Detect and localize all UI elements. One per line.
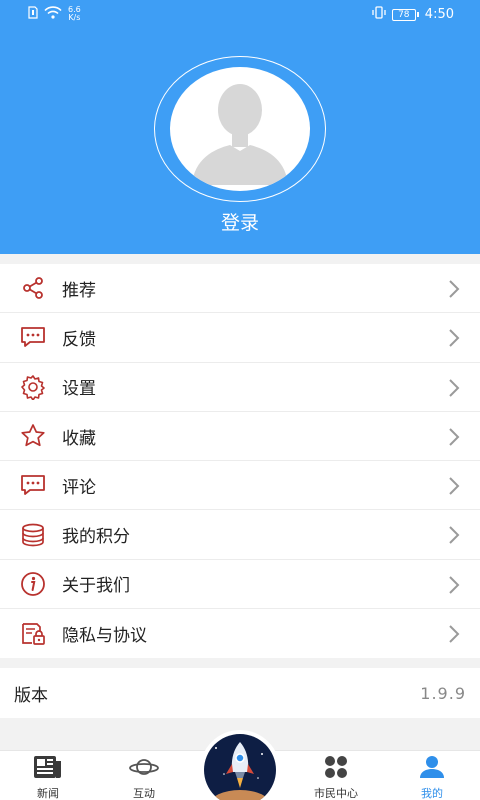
newspaper-icon: [33, 756, 63, 783]
network-speed: 6.6 K/s: [68, 6, 81, 22]
menu-item-label: 我的积分: [62, 527, 130, 548]
menu-item-favorites[interactable]: 收藏: [0, 412, 480, 462]
tab-news[interactable]: 新闻: [0, 755, 96, 800]
network-speed-unit: K/s: [68, 13, 81, 22]
menu-item-about[interactable]: 关于我们: [0, 560, 480, 610]
tab-mine[interactable]: 我的: [384, 755, 480, 800]
chevron-right-icon: [448, 378, 460, 402]
status-right: 78 4:50: [372, 6, 454, 23]
coins-stack-icon: [20, 522, 46, 548]
menu-item-label: 推荐: [62, 280, 96, 301]
tab-label: 我的: [421, 787, 443, 800]
chat-dots-icon: [20, 324, 46, 350]
settings-menu: 推荐 反馈 设置 收藏 评论 我的积分 关于我们 隐私与协议: [0, 264, 480, 659]
chevron-right-icon: [448, 624, 460, 648]
clock: 4:50: [424, 7, 454, 22]
menu-item-privacy[interactable]: 隐私与协议: [0, 609, 480, 658]
battery-level: 78: [391, 8, 416, 21]
menu-item-label: 收藏: [62, 428, 96, 449]
tab-label: 新闻: [37, 787, 59, 800]
vibrate-icon: [372, 6, 386, 23]
center-action-button[interactable]: [200, 730, 280, 800]
comment-icon: [20, 472, 46, 498]
chevron-right-icon: [448, 525, 460, 549]
tab-label: 市民中心: [314, 787, 358, 800]
menu-item-label: 反馈: [62, 329, 96, 350]
version-row: 版本 1.9.9: [0, 668, 480, 718]
menu-item-label: 评论: [62, 477, 96, 498]
menu-item-feedback[interactable]: 反馈: [0, 313, 480, 363]
chevron-right-icon: [448, 279, 460, 303]
chevron-right-icon: [448, 575, 460, 599]
share-icon: [20, 275, 46, 301]
wifi-icon: [44, 6, 62, 22]
star-icon: [20, 423, 46, 449]
menu-item-settings[interactable]: 设置: [0, 363, 480, 412]
chevron-right-icon: [448, 427, 460, 451]
status-bar: 6.6 K/s 78 4:50: [0, 0, 480, 28]
sim-icon: [28, 6, 38, 22]
login-button[interactable]: 登录: [0, 208, 480, 235]
chevron-right-icon: [448, 328, 460, 352]
menu-item-label: 设置: [62, 379, 96, 400]
four-petal-icon: [321, 756, 351, 783]
info-icon: [20, 571, 46, 597]
version-value: 1.9.9: [420, 683, 466, 703]
rocket-icon: [204, 734, 276, 800]
tab-interaction[interactable]: 互动: [96, 755, 192, 800]
menu-item-points[interactable]: 我的积分: [0, 510, 480, 560]
menu-item-label: 关于我们: [62, 576, 130, 597]
avatar[interactable]: [170, 67, 310, 191]
lock-document-icon: [20, 621, 46, 647]
battery-icon: 78: [391, 8, 419, 21]
planet-icon: [129, 759, 159, 783]
tab-label: 互动: [133, 787, 155, 800]
profile-header: 6.6 K/s 78 4:50 登录: [0, 0, 480, 254]
chevron-right-icon: [448, 476, 460, 500]
menu-item-label: 隐私与协议: [62, 626, 147, 647]
status-left: 6.6 K/s: [28, 6, 81, 22]
menu-item-comments[interactable]: 评论: [0, 461, 480, 511]
default-user-icon: [192, 84, 288, 185]
menu-item-recommend[interactable]: 推荐: [0, 264, 480, 314]
battery-tip: [416, 12, 419, 17]
gear-icon: [20, 374, 46, 400]
user-icon: [417, 756, 447, 783]
version-label: 版本: [14, 685, 48, 706]
tab-citizen-center[interactable]: 市民中心: [288, 755, 384, 800]
